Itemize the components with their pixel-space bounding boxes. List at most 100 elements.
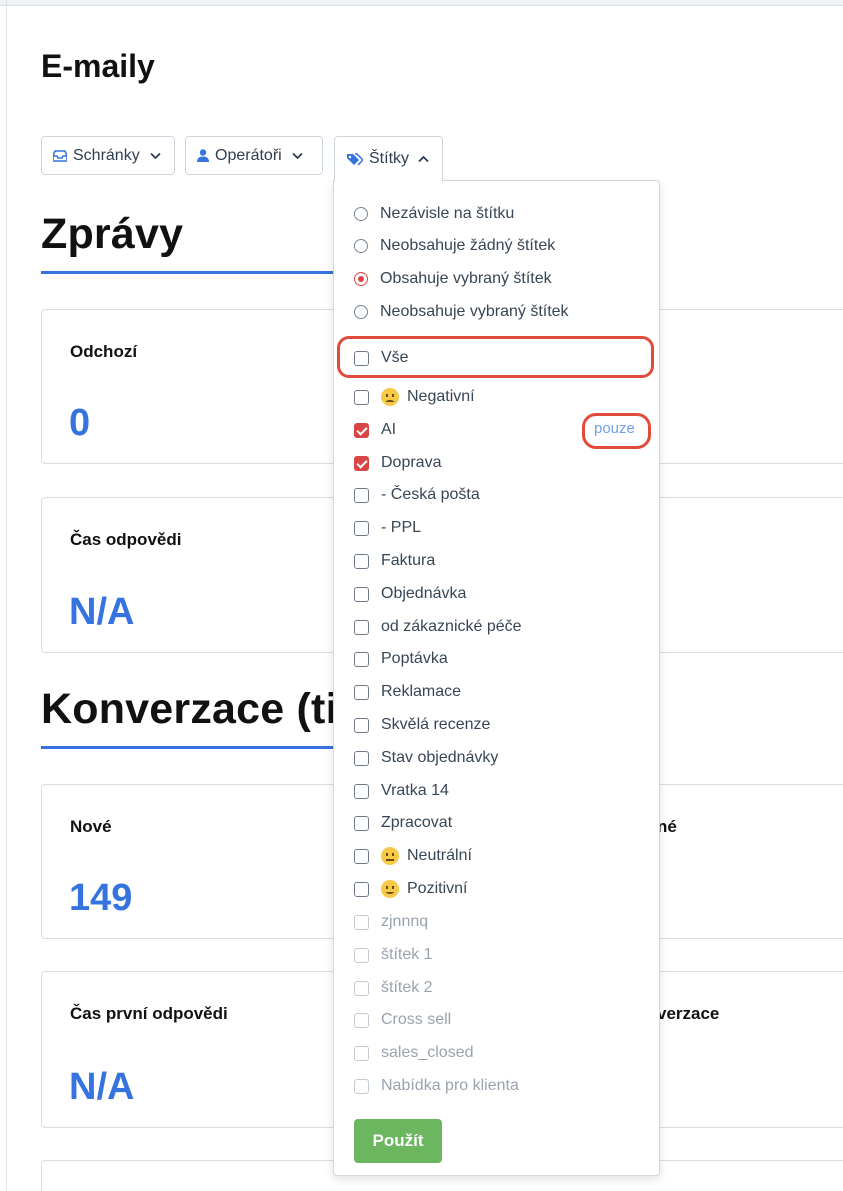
radio-button[interactable]	[354, 239, 368, 253]
checkbox[interactable]	[354, 684, 369, 700]
checkbox[interactable]	[354, 881, 369, 897]
response-time-label: Čas odpovědi	[70, 530, 182, 549]
tags-filter-button[interactable]: Štítky	[334, 136, 443, 182]
tag-label: Pozitivní	[407, 880, 468, 897]
tag-option-positive[interactable]: Pozitivní	[354, 879, 467, 899]
conversations-section-title: Konverzace (tic	[41, 685, 362, 733]
tag-option-ceska-posta[interactable]: - Česká pošta	[354, 485, 480, 505]
tag-option-faktura[interactable]: Faktura	[354, 551, 435, 571]
radio-option-not-contains-selected[interactable]: Neobsahuje vybraný štítek	[354, 302, 569, 322]
radio-label: Neobsahuje žádný štítek	[380, 237, 556, 254]
checkbox[interactable]	[354, 1045, 369, 1061]
left-border	[6, 0, 7, 1191]
radio-button[interactable]	[354, 207, 368, 221]
tag-option-objednavka[interactable]: Objednávka	[354, 584, 466, 604]
tag-label: AI	[381, 421, 397, 438]
checkbox[interactable]	[354, 783, 369, 799]
tag-option-customer-care[interactable]: od zákaznické péče	[354, 617, 522, 637]
tag-option-zpracovat[interactable]: Zpracovat	[354, 813, 452, 833]
tag-option-ppl[interactable]: - PPL	[354, 518, 421, 538]
checkbox-checked[interactable]	[354, 422, 369, 438]
positive-face-icon	[381, 880, 399, 898]
messages-section-underline	[41, 271, 341, 274]
radio-button-selected[interactable]	[354, 272, 368, 286]
tag-label: štítek 1	[381, 946, 433, 963]
radio-label: Nezávisle na štítku	[380, 205, 515, 222]
only-link[interactable]: pouze	[594, 420, 635, 437]
tag-label: Skvělá recenze	[381, 716, 491, 733]
checkbox[interactable]	[354, 717, 369, 733]
tag-option-order-status[interactable]: Stav objednávky	[354, 748, 498, 768]
tag-option-sales-closed[interactable]: sales_closed	[354, 1043, 474, 1063]
tag-option-cross-sell[interactable]: Cross sell	[354, 1010, 451, 1030]
tag-option-client-offer[interactable]: Nabídka pro klienta	[354, 1076, 519, 1096]
tag-label: Nabídka pro klienta	[381, 1077, 519, 1094]
response-time-value: N/A	[69, 591, 135, 633]
tag-label: Cross sell	[381, 1011, 452, 1028]
checkbox[interactable]	[354, 815, 369, 831]
tag-option-stitek-2[interactable]: štítek 2	[354, 978, 433, 998]
radio-option-contains-selected[interactable]: Obsahuje vybraný štítek	[354, 269, 552, 289]
tag-option-ai[interactable]: AI	[354, 420, 396, 440]
radio-option-no-tag[interactable]: Neobsahuje žádný štítek	[354, 236, 555, 256]
operators-filter-button[interactable]: Operátoři	[185, 136, 323, 175]
tag-option-poptavka[interactable]: Poptávka	[354, 649, 448, 669]
messages-section-title: Zprávy	[41, 210, 184, 258]
chevron-down-icon	[292, 152, 303, 159]
radio-button[interactable]	[354, 305, 368, 319]
user-icon	[197, 149, 209, 162]
checkbox[interactable]	[354, 848, 369, 864]
radio-label: Neobsahuje vybraný štítek	[380, 303, 569, 320]
page-title: E-maily	[41, 48, 155, 84]
tag-option-vratka[interactable]: Vratka 14	[354, 781, 449, 801]
tag-label: štítek 2	[381, 979, 433, 996]
tag-option-zjnnnq[interactable]: zjnnnq	[354, 912, 428, 932]
new-value: 149	[69, 877, 133, 919]
mailboxes-filter-button[interactable]: Schránky	[41, 136, 175, 175]
tag-label: od zákaznické péče	[381, 618, 522, 635]
outgoing-label: Odchozí	[70, 342, 138, 361]
tag-option-great-review[interactable]: Skvělá recenze	[354, 715, 490, 735]
checkbox[interactable]	[354, 1078, 369, 1094]
checkbox[interactable]	[354, 389, 369, 405]
tag-label: Faktura	[381, 552, 436, 569]
checkbox[interactable]	[354, 1012, 369, 1028]
tag-label: Negativní	[407, 388, 475, 405]
checkbox[interactable]	[354, 980, 369, 996]
checkbox[interactable]	[354, 750, 369, 766]
first-response-value: N/A	[69, 1066, 135, 1108]
apply-button[interactable]: Použít	[354, 1119, 442, 1163]
checkbox[interactable]	[354, 651, 369, 667]
tag-label: Zpracovat	[381, 814, 453, 831]
tag-label: Poptávka	[381, 650, 448, 667]
tag-option-reklamace[interactable]: Reklamace	[354, 682, 461, 702]
checkbox[interactable]	[354, 553, 369, 569]
tag-label: Neutrální	[407, 847, 472, 864]
checkbox[interactable]	[354, 520, 369, 536]
negative-face-icon	[381, 388, 399, 406]
checkbox[interactable]	[354, 487, 369, 503]
tag-label: Vratka 14	[381, 782, 449, 799]
checkbox[interactable]	[354, 947, 369, 963]
checkbox-checked[interactable]	[354, 455, 369, 471]
tag-option-doprava[interactable]: Doprava	[354, 453, 441, 473]
inbox-icon	[53, 149, 67, 162]
chevron-up-icon	[418, 155, 429, 163]
checkbox[interactable]	[354, 619, 369, 635]
tag-option-all[interactable]: Vše	[354, 348, 409, 368]
tag-label: zjnnnq	[381, 913, 429, 930]
tags-filter-label: Štítky	[369, 150, 410, 167]
checkbox[interactable]	[354, 914, 369, 930]
tag-option-neutral[interactable]: Neutrální	[354, 846, 472, 866]
radio-option-independent[interactable]: Nezávisle na štítku	[354, 204, 514, 224]
checkbox[interactable]	[354, 586, 369, 602]
tag-label: Vše	[381, 349, 409, 366]
tag-label: - Česká pošta	[381, 486, 480, 503]
tag-label: sales_closed	[381, 1044, 474, 1061]
tag-option-negative[interactable]: Negativní	[354, 387, 475, 407]
tag-option-stitek-1[interactable]: štítek 1	[354, 945, 433, 965]
checkbox[interactable]	[354, 350, 369, 366]
chevron-down-icon	[150, 152, 161, 159]
tag-label: Objednávka	[381, 585, 467, 602]
radio-label: Obsahuje vybraný štítek	[380, 270, 552, 287]
